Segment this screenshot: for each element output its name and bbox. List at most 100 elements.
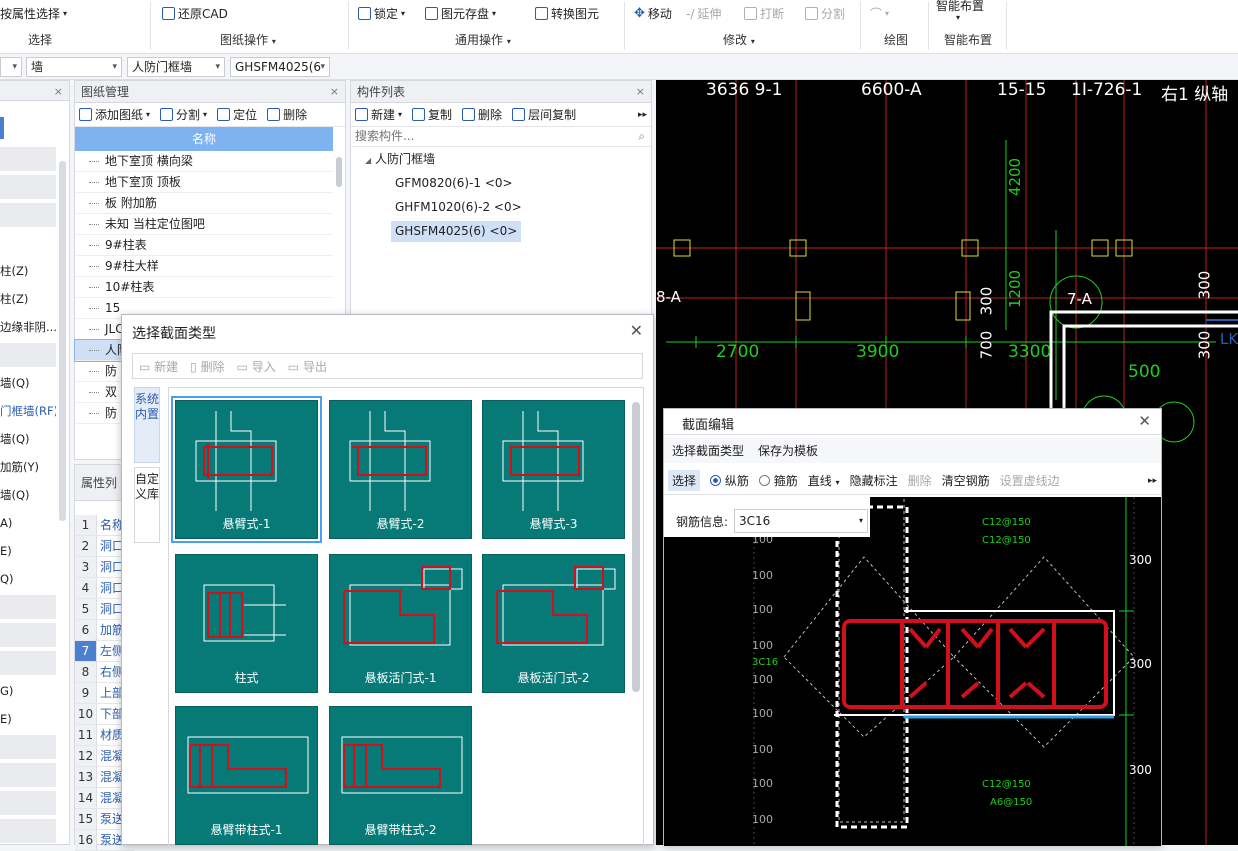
drawing-row[interactable]: 9#柱表: [75, 235, 333, 256]
selector-bar: ▾ 墙 ▾ 人防门框墙 ▾ GHSFM4025(6 ▾: [0, 54, 1238, 80]
nav-group-row[interactable]: [0, 819, 56, 843]
floor-copy-button[interactable]: 层间复制: [512, 106, 576, 123]
clear-rebar-button[interactable]: 清空钢筋: [942, 472, 990, 489]
close-icon[interactable]: ×: [54, 81, 63, 103]
set-dashline-button[interactable]: 设置虚线边: [1000, 472, 1060, 489]
close-icon[interactable]: ✕: [630, 321, 643, 340]
nav-group-row[interactable]: [0, 595, 56, 619]
nav-item[interactable]: 墙(Q): [0, 483, 56, 507]
close-icon[interactable]: ✕: [1138, 412, 1151, 430]
nav-item[interactable]: 墙(Q): [0, 427, 56, 451]
search-box[interactable]: ⌕: [351, 127, 651, 147]
tree-root[interactable]: ◢ 人防门框墙: [361, 149, 439, 170]
component-item[interactable]: GFM0820(6)-1 <0>: [391, 173, 517, 194]
nav-item[interactable]: Q): [0, 567, 56, 591]
lock-button[interactable]: 锁定 ▾: [358, 5, 405, 22]
nav-item[interactable]: A): [0, 511, 56, 535]
scrollbar[interactable]: [336, 157, 342, 187]
scrollbar[interactable]: [59, 161, 66, 521]
nav-item[interactable]: E): [0, 539, 56, 563]
more-icon[interactable]: ▸▸: [1148, 476, 1161, 486]
close-icon[interactable]: ×: [330, 81, 339, 103]
drawing-row[interactable]: 地下室顶 顶板: [75, 172, 333, 193]
component-item[interactable]: GHFM1020(6)-2 <0>: [391, 197, 526, 218]
more-icon[interactable]: ▸▸: [638, 110, 651, 120]
nav-item[interactable]: 边缘非阴...: [0, 315, 56, 339]
move-button[interactable]: ✥ 移动: [634, 5, 672, 22]
store-elem-button[interactable]: 图元存盘 ▾: [425, 5, 496, 22]
section-card-cantilever-3[interactable]: 悬臂式-3: [482, 400, 625, 539]
close-icon[interactable]: ×: [636, 81, 645, 103]
section-card-flap-door-1[interactable]: 悬板活门式-1: [329, 554, 472, 693]
drawing-row[interactable]: 地下室顶 横向梁: [75, 151, 333, 172]
section-card-cantilever-column-2[interactable]: 悬臂带柱式-2: [329, 706, 472, 845]
tab-custom[interactable]: 自定义库: [134, 467, 160, 543]
nav-group-row[interactable]: [0, 763, 56, 787]
longitudinal-radio[interactable]: 纵筋: [710, 472, 749, 489]
section-card-cantilever-1[interactable]: 悬臂式-1: [171, 396, 322, 543]
split-drawing-button[interactable]: 分割 ▾: [160, 106, 207, 123]
draw-button[interactable]: ⌒ ▾: [870, 5, 889, 22]
delete-button[interactable]: 删除: [908, 472, 932, 489]
nav-item-active[interactable]: 门框墙(RF): [0, 399, 56, 423]
component-item-selected[interactable]: GHSFM4025(6) <0>: [391, 221, 522, 242]
delete-drawing-button[interactable]: 删除: [267, 106, 307, 123]
attr-select-button[interactable]: 按属性选择 ▾: [0, 5, 67, 22]
extend-button[interactable]: -/延伸: [686, 5, 721, 22]
nav-group-row[interactable]: [0, 735, 56, 759]
section-card-flap-door-2[interactable]: 悬板活门式-2: [482, 554, 625, 693]
convert-elem-button[interactable]: 转换图元: [535, 5, 599, 22]
nav-group-row[interactable]: [0, 343, 56, 367]
nav-group-row[interactable]: [0, 651, 56, 675]
locate-button[interactable]: 定位: [217, 106, 257, 123]
stirrup-radio[interactable]: 箍筋: [758, 472, 798, 489]
section-diagram: [496, 566, 616, 646]
drawing-row[interactable]: 10#柱表: [75, 277, 333, 298]
section-card-column[interactable]: 柱式: [175, 554, 318, 693]
nav-item[interactable]: 加筋(Y): [0, 455, 56, 479]
nav-group-row[interactable]: [0, 147, 56, 171]
scrollbar[interactable]: [632, 402, 640, 692]
section-card-cantilever-column-1[interactable]: 悬臂带柱式-1: [175, 706, 318, 845]
name-column-header[interactable]: 名称: [75, 127, 333, 151]
drawing-row[interactable]: 板 附加筋: [75, 193, 333, 214]
hide-marks-button[interactable]: 隐藏标注: [850, 472, 898, 489]
select-tool-button[interactable]: 选择: [668, 470, 701, 491]
split-button[interactable]: 分割: [805, 5, 845, 22]
nav-item[interactable]: 柱(Z): [0, 259, 56, 283]
selector-floor[interactable]: ▾: [0, 57, 22, 77]
menu-select-type[interactable]: 选择截面类型: [672, 442, 744, 459]
tab-system[interactable]: 系统内置: [134, 387, 160, 463]
export-button[interactable]: ▭ 导出: [288, 358, 327, 375]
delete-component-button[interactable]: 删除: [462, 106, 502, 123]
rebar-info-select[interactable]: 3C16 ▾: [734, 509, 868, 533]
add-drawing-button[interactable]: 添加图纸 ▾: [79, 106, 150, 123]
new-button[interactable]: ▭ 新建: [139, 358, 178, 375]
section-canvas[interactable]: 100 100 100 100 100 100 100 100 100 300 …: [664, 497, 1161, 846]
copy-component-button[interactable]: 复制: [412, 106, 452, 123]
smart-layout-button[interactable]: 智能布置: [936, 0, 984, 14]
nav-group-row[interactable]: [0, 623, 56, 647]
selector-type[interactable]: 人防门框墙 ▾: [127, 57, 225, 77]
delete-button[interactable]: ▯ 删除: [190, 358, 224, 375]
search-input[interactable]: [351, 127, 611, 145]
nav-item[interactable]: 柱(Z): [0, 287, 56, 311]
nav-item[interactable]: 墙(Q): [0, 371, 56, 395]
section-card-cantilever-2[interactable]: 悬臂式-2: [329, 400, 472, 539]
selector-component[interactable]: GHSFM4025(6 ▾: [230, 57, 330, 77]
nav-group-row[interactable]: [0, 175, 56, 199]
nav-group-row[interactable]: [0, 791, 56, 815]
drawing-row[interactable]: 9#柱大样: [75, 256, 333, 277]
nav-item[interactable]: G): [0, 679, 56, 703]
drawing-row[interactable]: 未知 当柱定位图吧: [75, 214, 333, 235]
break-button[interactable]: 打断: [744, 5, 784, 22]
selector-category[interactable]: 墙 ▾: [26, 57, 122, 77]
restore-cad-button[interactable]: 还原CAD: [162, 5, 228, 22]
import-button[interactable]: ▭ 导入: [237, 358, 276, 375]
nav-group-row[interactable]: [0, 203, 56, 227]
menu-save-template[interactable]: 保存为模板: [758, 442, 818, 459]
new-component-button[interactable]: 新建 ▾: [355, 106, 402, 123]
line-dropdown[interactable]: 直线 ▾: [808, 472, 840, 489]
search-icon[interactable]: ⌕: [638, 129, 645, 144]
nav-item[interactable]: E): [0, 707, 56, 731]
